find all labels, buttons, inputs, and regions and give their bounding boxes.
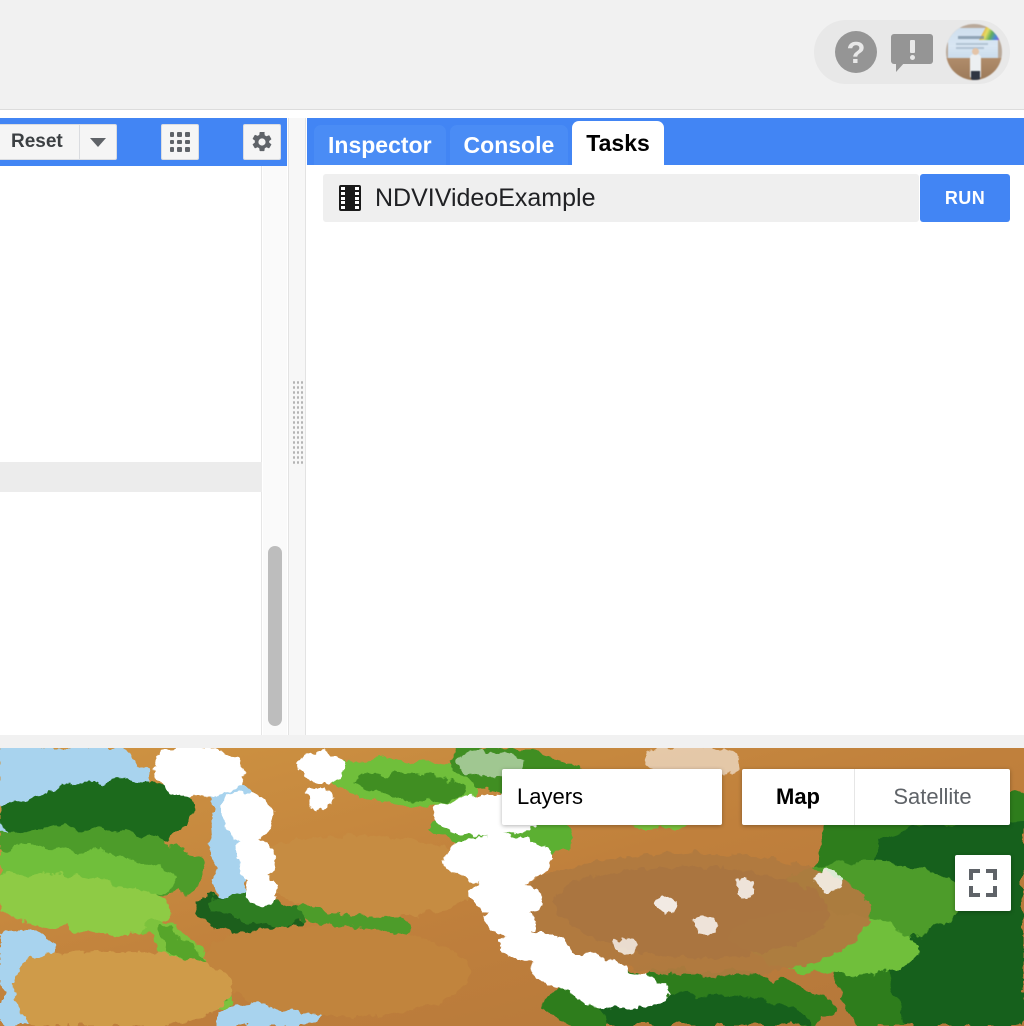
chevron-down-icon[interactable]	[78, 124, 117, 160]
splitter-grip-handle[interactable]	[292, 380, 304, 466]
map-type-map-option[interactable]: Map	[742, 769, 855, 825]
map-type-satellite-option[interactable]: Satellite	[855, 769, 1010, 825]
map-type-toggle: Map Satellite	[742, 769, 1010, 825]
panel-splitter[interactable]	[288, 118, 306, 735]
run-task-button[interactable]: RUN	[920, 174, 1010, 222]
code-active-line-highlight	[0, 462, 262, 492]
app-header: ?	[0, 0, 1024, 110]
map-controls: Layers Map Satellite	[0, 748, 1024, 1026]
avatar[interactable]	[942, 20, 1006, 84]
header-action-group: ?	[814, 20, 1010, 84]
layers-button[interactable]: Layers	[502, 769, 722, 825]
tasks-tab-content: NDVIVideoExample RUN	[307, 165, 1024, 735]
apps-grid-icon[interactable]	[160, 124, 199, 160]
tab-inspector[interactable]: Inspector	[314, 125, 446, 165]
task-list-item[interactable]: NDVIVideoExample	[323, 174, 919, 222]
reset-button-group: Reset	[0, 124, 117, 160]
code-editor-panel	[0, 166, 287, 735]
feedback-icon[interactable]	[884, 24, 940, 80]
reset-button[interactable]: Reset	[0, 124, 79, 160]
avatar-image	[946, 24, 1002, 80]
map-viewport[interactable]: Layers Map Satellite	[0, 748, 1024, 1026]
apps-grid-glyph	[169, 132, 190, 152]
fullscreen-glyph	[969, 869, 997, 897]
tab-tasks[interactable]: Tasks	[572, 121, 664, 165]
gear-glyph	[252, 131, 272, 152]
task-name-label: NDVIVideoExample	[375, 183, 596, 212]
panel-map-divider	[0, 735, 1024, 748]
editor-toolbar: Reset	[0, 118, 287, 166]
right-dock-panel: Inspector Console Tasks NDVIVideoExample…	[307, 118, 1024, 735]
fullscreen-icon[interactable]	[955, 855, 1011, 911]
code-editor-text-area[interactable]	[0, 166, 262, 735]
code-editor-scrollbar-thumb[interactable]	[268, 546, 282, 726]
tab-console[interactable]: Console	[449, 125, 569, 165]
film-strip-icon	[339, 185, 361, 211]
feedback-glyph	[891, 34, 933, 72]
earth-engine-code-editor: ? Reset Inspector Console Tasks NDVIVide…	[0, 0, 1024, 1026]
dock-tabbar: Inspector Console Tasks	[307, 118, 1024, 165]
gear-icon[interactable]	[242, 124, 281, 160]
help-glyph: ?	[835, 31, 877, 73]
help-icon[interactable]: ?	[828, 24, 884, 80]
